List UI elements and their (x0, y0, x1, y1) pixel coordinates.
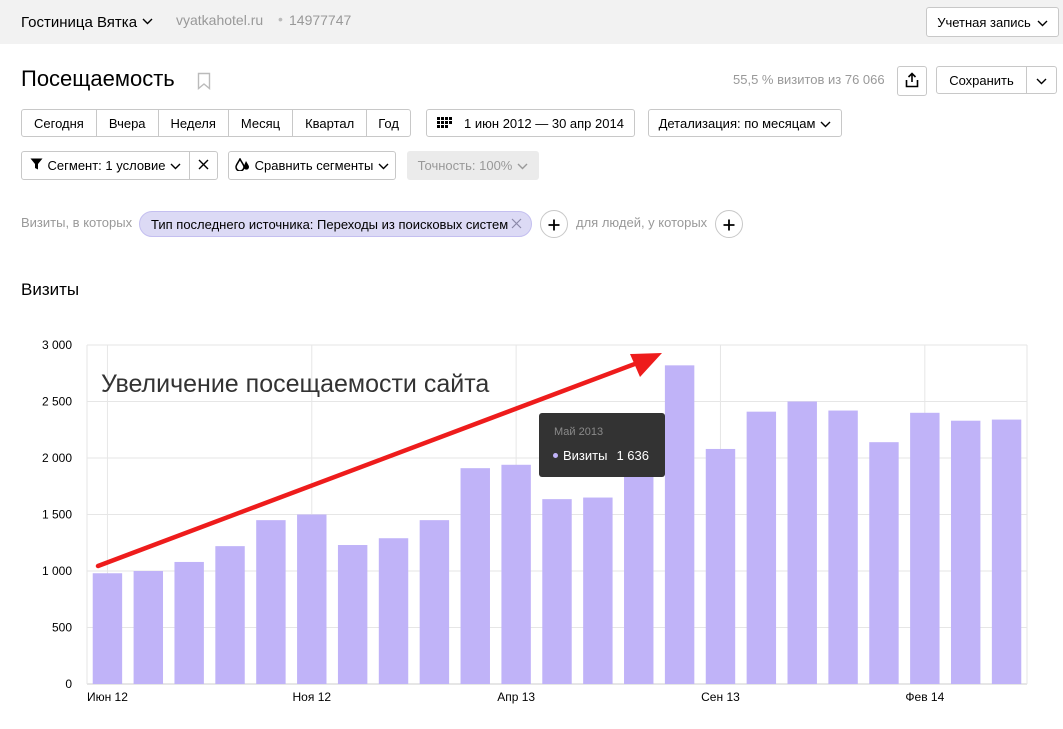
compare-segments-button[interactable]: Сравнить сегменты (228, 151, 396, 180)
bar-Фев 14 (910, 412, 940, 684)
bar-Мар 13 (460, 468, 490, 684)
save-options-button[interactable] (1026, 66, 1057, 94)
annotation-text: Увеличение посещаемости сайта (101, 370, 489, 398)
period-tabs: Сегодня Вчера Неделя Месяц Квартал Год (21, 109, 411, 137)
add-visit-condition-button[interactable] (540, 210, 568, 238)
save-button[interactable]: Сохранить (936, 66, 1027, 94)
bar-Сен 13 (705, 448, 736, 684)
site-name: Гостиница Вятка (21, 14, 138, 31)
bar-Янв 14 (869, 442, 899, 684)
date-range-label: 1 июн 2012 — 30 апр 2014 (464, 115, 624, 131)
detail-select[interactable]: Детализация: по месяцам (648, 109, 842, 137)
chevron-down-icon (170, 158, 181, 173)
save-button-label: Сохранить (949, 72, 1014, 88)
chevron-down-icon (378, 158, 389, 173)
chevron-down-icon (1037, 15, 1048, 30)
close-icon (198, 158, 209, 173)
add-people-condition-button[interactable] (715, 210, 743, 238)
period-quarter[interactable]: Квартал (293, 110, 368, 136)
bar-Апр 14 (991, 419, 1022, 684)
period-month[interactable]: Месяц (229, 110, 294, 136)
x-tick-label: Сен 13 (701, 690, 740, 704)
period-week[interactable]: Неделя (159, 110, 229, 136)
close-icon[interactable] (511, 217, 522, 232)
bar-Янв 13 (378, 538, 409, 684)
chevron-down-icon (142, 12, 153, 29)
page-title: Посещаемость (21, 66, 175, 91)
bar-Сен 12 (215, 546, 245, 684)
x-tick-label: Апр 13 (497, 690, 535, 704)
site-selector[interactable]: Гостиница Вятка (21, 12, 153, 31)
x-tick-label: Ноя 12 (293, 690, 332, 704)
bar-Июн 13 (583, 497, 613, 684)
chart-section-title: Визиты (21, 280, 80, 299)
segment-label: Сегмент: 1 условие (47, 158, 166, 173)
bar-Апр 13 (501, 464, 531, 684)
calendar-icon (437, 116, 453, 131)
filter-icon (30, 158, 43, 173)
bar-Ноя 12 (297, 514, 327, 684)
share-button[interactable] (897, 66, 927, 96)
filter-chip-label: Тип последнего источника: Переходы из по… (151, 216, 509, 232)
y-tick-label: 2 500 (42, 395, 72, 409)
x-tick-label: Июн 12 (87, 690, 128, 704)
bookmark-icon[interactable] (197, 72, 211, 95)
bar-Ноя 13 (787, 401, 817, 684)
y-tick-label: 1 500 (42, 508, 72, 522)
tooltip-value: 1 636 (616, 448, 649, 463)
visits-filter-label: Визиты, в которых (21, 215, 133, 230)
visits-bar-chart: 0 500 1 000 1 500 2 000 2 500 3 000 Июн 12 Ноя 1… (42, 338, 1028, 704)
bar-Мар 14 (950, 420, 981, 684)
period-today[interactable]: Сегодня (22, 110, 97, 136)
compare-segments-label: Сравнить сегменты (254, 158, 374, 173)
bar-Авг 12 (174, 561, 204, 684)
top-bar: Гостиница Вятка vyatkahotel.ru • 1497774… (0, 0, 1063, 44)
account-button[interactable]: Учетная запись (926, 7, 1059, 37)
period-year[interactable]: Год (367, 110, 410, 136)
y-tick-label: 500 (52, 621, 72, 635)
detail-label: Детализация: по месяцам (658, 115, 816, 131)
date-range-button[interactable]: 1 июн 2012 — 30 апр 2014 (426, 109, 635, 137)
y-tick-label: 3 000 (42, 338, 72, 352)
plus-icon (723, 218, 735, 236)
tooltip-row: Визиты 1 636 (553, 448, 649, 463)
segment-button[interactable]: Сегмент: 1 условие (21, 151, 190, 180)
series-dot (553, 453, 558, 458)
bar-Июн 12 (92, 573, 123, 684)
drops-icon (234, 156, 251, 174)
chart-tooltip: Май 2013 Визиты 1 636 (539, 413, 665, 477)
people-filter-label: для людей, у которых (576, 215, 708, 230)
bar-Фев 13 (419, 520, 450, 684)
bar-Июл 12 (133, 571, 164, 684)
accuracy-select[interactable]: Точность: 100% (407, 151, 539, 180)
tooltip-series: Визиты (563, 448, 608, 463)
site-domain: vyatkahotel.ru (176, 12, 264, 28)
account-button-label: Учетная запись (937, 14, 1031, 30)
clear-segment-button[interactable] (189, 151, 218, 180)
visits-share: 55,5 % визитов из 76 066 (733, 72, 885, 87)
bar-Авг 13 (664, 365, 695, 684)
y-tick-label: 0 (65, 677, 72, 691)
chevron-down-icon (820, 116, 831, 131)
bar-Май 13 (542, 499, 572, 684)
chevron-down-icon (517, 158, 528, 173)
x-tick-label: Фев 14 (905, 690, 944, 704)
bar-Окт 12 (256, 520, 286, 684)
accuracy-label: Точность: 100% (417, 158, 513, 173)
plus-icon (548, 218, 560, 236)
y-tick-label: 2 000 (42, 451, 72, 465)
filter-chip[interactable]: Тип последнего источника: Переходы из по… (139, 211, 532, 237)
tooltip-title: Май 2013 (554, 426, 604, 438)
counter-id: 14977747 (289, 12, 352, 28)
separator-dot: • (278, 11, 283, 27)
bar-Дек 13 (828, 410, 858, 684)
chevron-down-icon (1036, 73, 1047, 88)
bar-Окт 13 (746, 411, 777, 684)
period-yesterday[interactable]: Вчера (97, 110, 159, 136)
y-tick-label: 1 000 (42, 564, 72, 578)
bar-Дек 12 (337, 545, 368, 684)
share-icon (905, 71, 919, 91)
